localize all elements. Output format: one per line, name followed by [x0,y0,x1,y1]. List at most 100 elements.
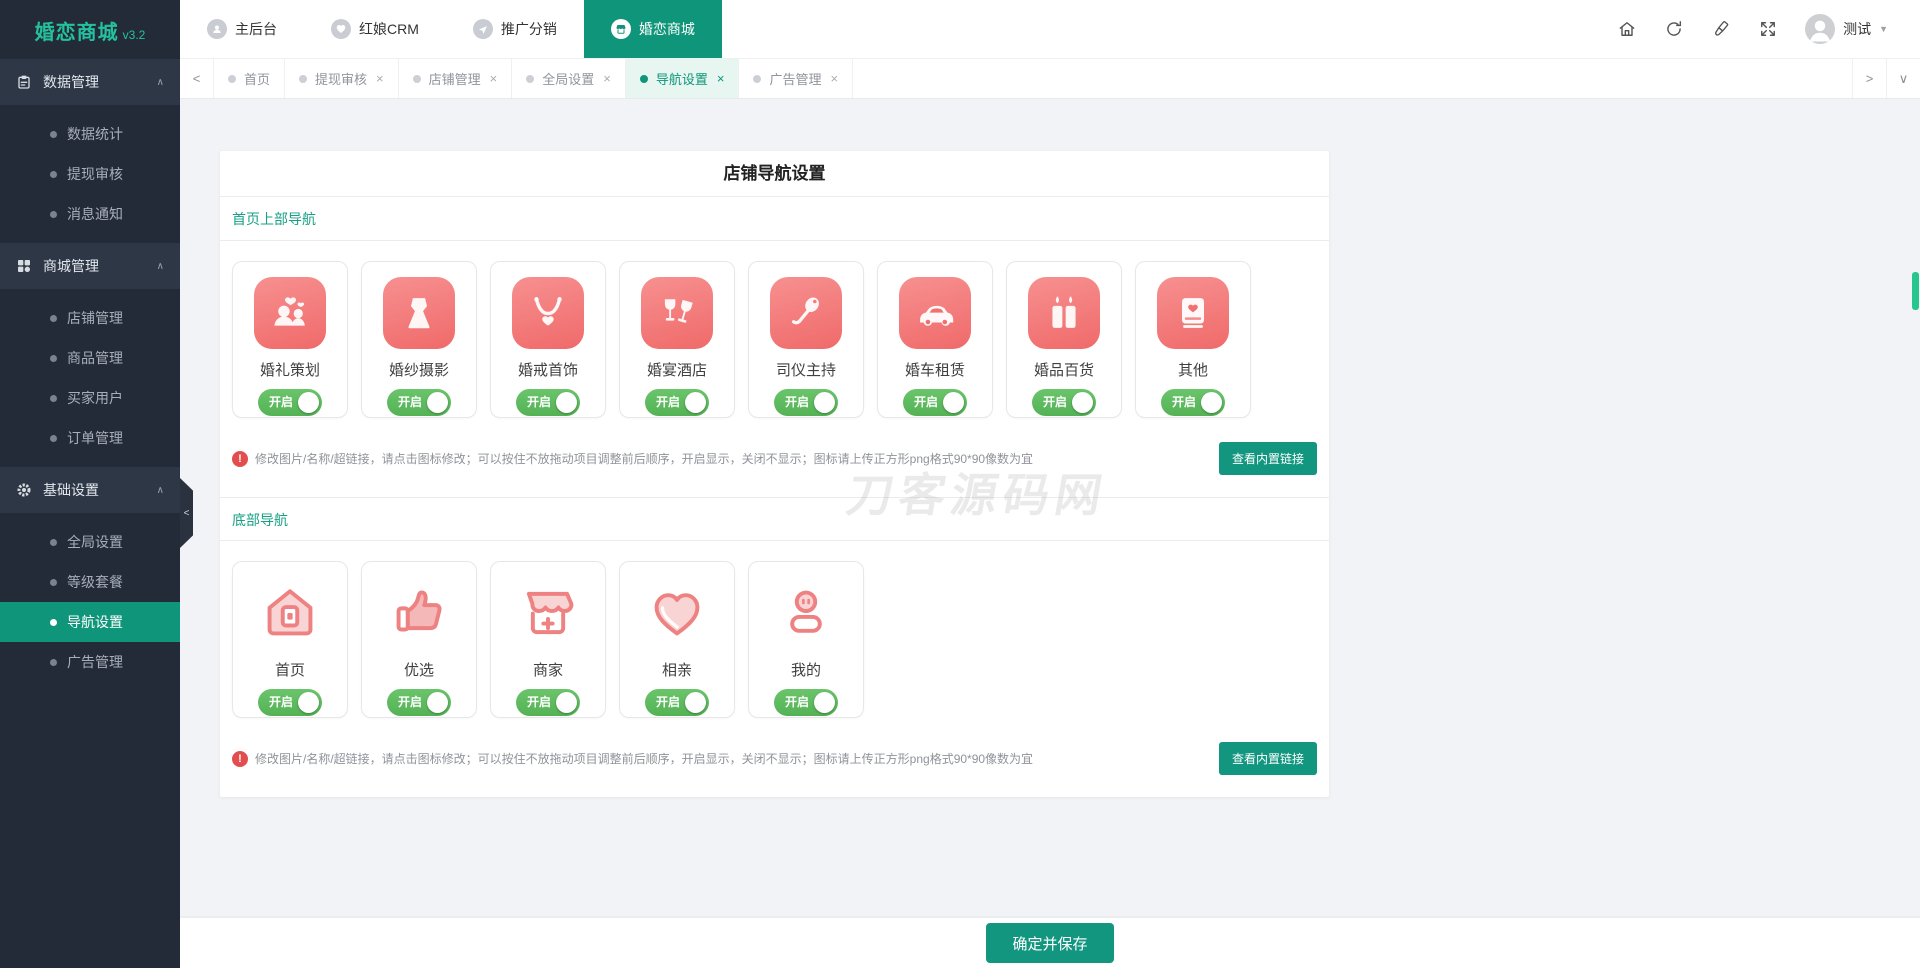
bottom-section-notice: ! 修改图片/名称/超链接，请点击图标修改；可以按住不放拖动项目调整前后顺序，开… [220,732,1329,797]
storefront-outline-icon[interactable] [512,577,584,649]
nav-card-merchants[interactable]: 商家 开启 [490,561,606,718]
view-builtin-links-button[interactable]: 查看内置链接 [1219,442,1317,475]
toggle-knob [685,392,706,413]
nav-card-toggle[interactable]: 开启 [645,689,709,716]
close-tab-icon[interactable]: × [490,71,498,86]
nav-card-wedding-car[interactable]: 婚车租赁 开启 [877,261,993,418]
sidebar-item-message-notify[interactable]: 消息通知 [0,194,180,234]
sidebar-submenu-settings: 全局设置 等级套餐 导航设置 广告管理 [0,513,180,691]
topnav-item-crm[interactable]: 红娘CRM [304,0,446,58]
notice-text: 修改图片/名称/超链接，请点击图标修改；可以按住不放拖动项目调整前后顺序，开启显… [255,450,1033,467]
save-button[interactable]: 确定并保存 [986,923,1113,963]
topnav-item-promotion[interactable]: 推广分销 [446,0,584,58]
home-icon[interactable] [1617,19,1637,39]
sidebar-section-settings[interactable]: 基础设置 ∧ [0,467,180,513]
nav-card-label: 相亲 [662,659,692,680]
tabs-scroll-right-button[interactable]: > [1852,59,1886,98]
sidebar-item-global-settings[interactable]: 全局设置 [0,522,180,562]
tab-home[interactable]: 首页 [214,59,285,98]
nav-card-toggle[interactable]: 开启 [645,389,709,416]
nav-card-toggle[interactable]: 开启 [258,689,322,716]
book-heart-icon[interactable] [1157,277,1229,349]
nav-card-featured[interactable]: 优选 开启 [361,561,477,718]
sidebar-item-nav-settings[interactable]: 导航设置 [0,602,180,642]
nav-card-toggle[interactable]: 开启 [903,389,967,416]
scrollbar-thumb[interactable] [1912,272,1919,310]
nav-card-toggle[interactable]: 开启 [516,389,580,416]
nav-card-wedding-goods[interactable]: 婚品百货 开启 [1006,261,1122,418]
tab-nav-settings[interactable]: 导航设置 × [626,59,740,98]
wine-glasses-icon[interactable] [641,277,713,349]
tabs-scroll-left-button[interactable]: < [180,59,214,98]
refresh-icon[interactable] [1664,19,1684,39]
sidebar-item-level-package[interactable]: 等级套餐 [0,562,180,602]
chevron-right-icon: > [1866,71,1874,86]
tab-global-settings[interactable]: 全局设置 × [512,59,626,98]
nav-card-wedding-hotel[interactable]: 婚宴酒店 开启 [619,261,735,418]
sidebar-item-goods-manage[interactable]: 商品管理 [0,338,180,378]
nav-card-label: 商家 [533,659,563,680]
view-builtin-links-button[interactable]: 查看内置链接 [1219,742,1317,775]
clear-brush-icon[interactable] [1711,19,1731,39]
fullscreen-icon[interactable] [1758,19,1778,39]
bullet-icon [50,171,57,178]
chevron-up-icon: ∧ [157,77,164,88]
sidebar-item-data-stats[interactable]: 数据统计 [0,114,180,154]
necklace-icon[interactable] [512,277,584,349]
tabbar-right-controls: > ∨ [1852,59,1920,98]
sidebar-section-label: 数据管理 [43,72,99,92]
sidebar-section-mall[interactable]: 商城管理 ∧ [0,243,180,289]
close-tab-icon[interactable]: × [376,71,384,86]
sidebar-item-withdraw-audit[interactable]: 提现审核 [0,154,180,194]
topnav-item-backend[interactable]: 主后台 [180,0,304,58]
close-tab-icon[interactable]: × [830,71,838,86]
nav-card-wedding-photo[interactable]: 婚纱摄影 开启 [361,261,477,418]
tab-dot-icon [413,75,421,83]
sidebar-item-ad-manage[interactable]: 广告管理 [0,642,180,682]
sidebar-item-shop-manage[interactable]: 店铺管理 [0,298,180,338]
clipboard-icon [16,74,32,90]
nav-card-emcee[interactable]: 司仪主持 开启 [748,261,864,418]
car-icon[interactable] [899,277,971,349]
nav-card-toggle[interactable]: 开启 [1161,389,1225,416]
nav-card-mine[interactable]: 我的 开启 [748,561,864,718]
sidebar-item-order-manage[interactable]: 订单管理 [0,418,180,458]
toggle-knob [1072,392,1093,413]
nav-card-toggle[interactable]: 开启 [1032,389,1096,416]
nav-card-toggle[interactable]: 开启 [774,689,838,716]
nav-card-toggle[interactable]: 开启 [387,689,451,716]
dress-icon[interactable] [383,277,455,349]
couple-icon[interactable] [254,277,326,349]
sidebar-item-buyer-users[interactable]: 买家用户 [0,378,180,418]
nav-card-wedding-planning[interactable]: 婚礼策划 开启 [232,261,348,418]
candles-icon[interactable] [1028,277,1100,349]
user-outline-icon[interactable] [770,577,842,649]
main-column: 主后台 红娘CRM 推广分销 婚恋商城 [180,0,1920,968]
caret-down-icon: ▼ [1879,24,1888,34]
close-tab-icon[interactable]: × [603,71,611,86]
nav-card-other[interactable]: 其他 开启 [1135,261,1251,418]
tab-ad-manage[interactable]: 广告管理 × [739,59,853,98]
home-outline-icon[interactable] [254,577,326,649]
nav-card-toggle[interactable]: 开启 [774,389,838,416]
tabs-menu-button[interactable]: ∨ [1886,59,1920,98]
nav-card-home[interactable]: 首页 开启 [232,561,348,718]
tab-dot-icon [228,75,236,83]
nav-card-toggle[interactable]: 开启 [258,389,322,416]
user-menu[interactable]: 测试 ▼ [1805,14,1888,44]
top-nav: 主后台 红娘CRM 推广分销 婚恋商城 [180,0,1920,59]
nav-card-matchmaking[interactable]: 相亲 开启 [619,561,735,718]
sidebar-submenu-data: 数据统计 提现审核 消息通知 [0,105,180,243]
nav-card-toggle[interactable]: 开启 [387,389,451,416]
sidebar-section-data[interactable]: 数据管理 ∧ [0,59,180,105]
nav-card-toggle[interactable]: 开启 [516,689,580,716]
tab-withdraw-audit[interactable]: 提现审核 × [285,59,399,98]
heart-icon [331,19,351,39]
topnav-item-mall[interactable]: 婚恋商城 [584,0,722,58]
microphone-icon[interactable] [770,277,842,349]
tab-shop-manage[interactable]: 店铺管理 × [399,59,513,98]
thumb-up-icon[interactable] [383,577,455,649]
heart-outline-icon[interactable] [641,577,713,649]
close-tab-icon[interactable]: × [717,71,725,86]
nav-card-wedding-ring[interactable]: 婚戒首饰 开启 [490,261,606,418]
